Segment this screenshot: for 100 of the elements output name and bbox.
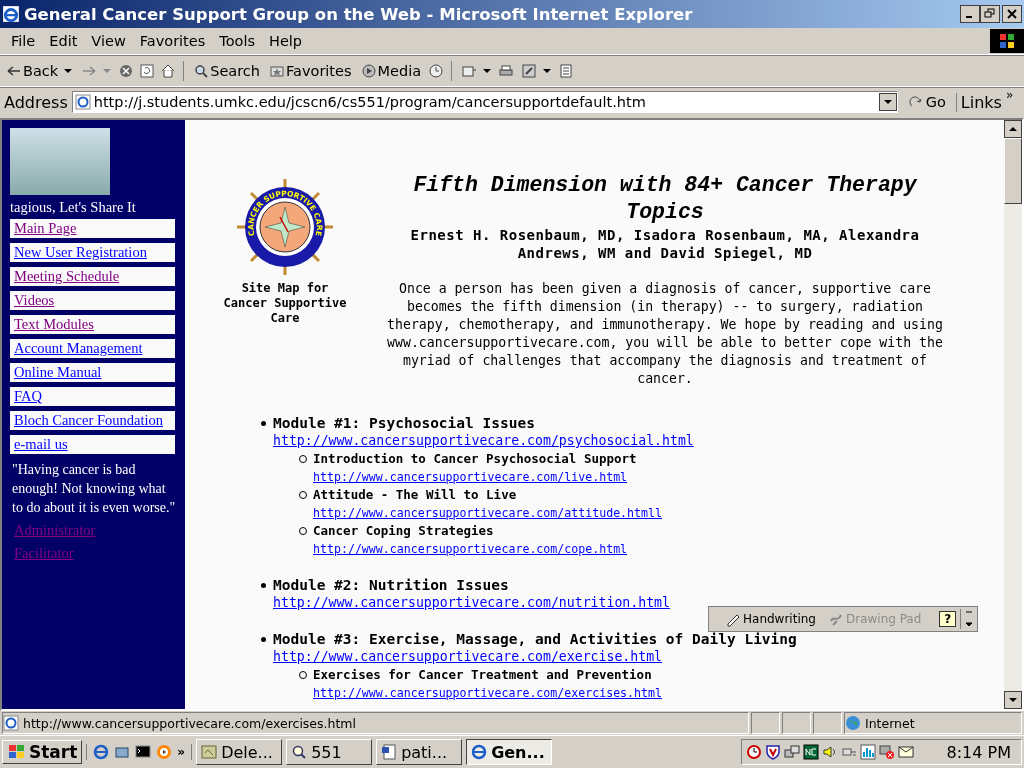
caret-icon[interactable] [483, 69, 492, 73]
address-label: Address [4, 92, 68, 112]
sidebar-link[interactable]: Text Modules [10, 315, 175, 334]
module-link[interactable]: http://www.cancersupportivecare.com/nutrition.html [273, 595, 670, 610]
menu-item[interactable]: Edit [42, 33, 85, 49]
address-text: http://j.students.umkc.edu/jcscn6/cs551/program/cancersupportdefault.htm [93, 94, 647, 110]
search-icon [193, 63, 210, 79]
envelope-icon [461, 63, 478, 79]
bullet-icon [261, 583, 266, 588]
search-button[interactable]: Search [191, 63, 263, 79]
module-link[interactable]: http://www.cancersupportivecare.com/psychosocial.html [273, 433, 694, 448]
start-button[interactable]: Start [2, 740, 83, 764]
topic-title: Introduction to Cancer Psychosocial Support [313, 450, 637, 468]
vertical-scrollbar[interactable] [1004, 120, 1022, 709]
topic-link[interactable]: http://www.cancersupportivecare.com/live.html [313, 470, 628, 484]
forward-arrow-icon [81, 63, 98, 79]
play-disc-icon [360, 63, 377, 79]
sidebar-link[interactable]: New User Registration [10, 243, 175, 262]
menu-item[interactable]: Help [262, 33, 310, 49]
speaker-icon[interactable] [821, 744, 838, 760]
status-text: http://www.cancersupportivecare.com/exercises.html [2, 712, 749, 734]
page-icon [3, 715, 19, 731]
windows-logo-icon [990, 29, 1024, 53]
history-button[interactable] [428, 63, 445, 79]
menu-item[interactable]: File [4, 33, 43, 49]
scroll-up-button[interactable] [1004, 120, 1022, 138]
menu-item[interactable]: Tools [212, 33, 262, 49]
page-icon [74, 94, 91, 110]
network-icon[interactable] [783, 744, 800, 760]
scroll-down-button[interactable] [1004, 691, 1022, 709]
clock-text: 8:14 PM [946, 742, 1011, 762]
scroll-thumb[interactable] [1004, 138, 1022, 204]
disconnected-icon[interactable] [878, 744, 895, 760]
print-button[interactable] [498, 63, 515, 79]
close-button[interactable] [1002, 5, 1022, 23]
taskbar-button[interactable]: Dele... [196, 739, 283, 765]
clock-icon[interactable] [745, 744, 762, 760]
search-icon [291, 744, 308, 760]
sidebar-link[interactable]: Main Page [10, 219, 175, 238]
topic-link[interactable]: http://www.cancersupportivecare.com/cope.html [313, 542, 628, 556]
handwriting-button[interactable]: Handwriting [721, 611, 820, 627]
sidebar-link[interactable]: Videos [10, 291, 175, 310]
sidebar-link[interactable]: Online Manual [10, 363, 175, 382]
back-arrow-icon [6, 63, 22, 79]
globe-icon [845, 715, 861, 731]
bar-graph-icon[interactable] [859, 744, 876, 760]
module-title: Module #3: Exercise, Massage, and Activities of Daily Living [273, 630, 798, 648]
quick-launch-more-button[interactable]: » [177, 745, 186, 759]
discuss-button[interactable] [558, 63, 575, 79]
taskbar-button[interactable]: 551 [286, 739, 373, 765]
help-button[interactable]: ? [939, 611, 957, 627]
bullet-icon [261, 421, 266, 426]
links-button[interactable]: Links [955, 92, 1002, 112]
address-field[interactable]: http://j.students.umkc.edu/jcscn6/cs551/program/cancersupportdefault.htm [71, 91, 898, 113]
envelope-icon[interactable] [897, 744, 914, 760]
topic-link[interactable]: http://www.cancersupportivecare.com/exercises.html [313, 686, 662, 700]
favorites-button[interactable]: Favorites [267, 63, 354, 79]
refresh-button[interactable] [139, 63, 156, 79]
browser-icon[interactable] [93, 744, 110, 760]
module-title: Module #1: Psychosocial Issues [273, 414, 536, 432]
sidebar-link[interactable]: e-mail us [10, 435, 175, 454]
module-link[interactable]: http://www.cancersupportivecare.com/exercise.html [273, 649, 663, 664]
media-button[interactable]: Media [358, 63, 424, 79]
go-button[interactable]: Go [901, 94, 952, 110]
sidebar-link[interactable]: Bloch Cancer Foundation [10, 411, 175, 430]
document-icon [381, 744, 398, 760]
taskbar-button[interactable]: Gen... [466, 739, 553, 765]
sidebar-link[interactable]: FAQ [10, 387, 175, 406]
star-folder-icon [269, 63, 286, 79]
site-map-caption: Site Map for Cancer Supportive Care [222, 281, 348, 326]
pencil-icon [521, 63, 538, 79]
stop-button[interactable] [118, 63, 135, 79]
topic-title: Attitude - The Will to Live [313, 486, 517, 504]
sidebar-link[interactable]: Account Management [10, 339, 175, 358]
restore-button[interactable] [980, 5, 1000, 23]
minimize-button[interactable] [960, 5, 980, 23]
windows-logo-icon [7, 744, 27, 760]
home-button[interactable] [160, 63, 177, 79]
sidebar-link[interactable]: Meeting Schedule [10, 267, 175, 286]
menu-item[interactable]: View [84, 33, 133, 49]
links-more-button[interactable]: » [1005, 88, 1014, 102]
toolbar-options-icon[interactable] [960, 609, 974, 629]
caret-icon[interactable] [64, 69, 73, 73]
menu-item[interactable]: Favorites [132, 33, 213, 49]
picture-frame-icon [201, 744, 218, 760]
taskbar-button[interactable]: pati... [376, 739, 463, 765]
topic-title: Cancer Coping Strategies [313, 522, 494, 540]
quote-text: "Having cancer is bad enough! Not knowing what to do about it is even worse." [12, 461, 177, 517]
dropdown-button[interactable] [878, 93, 897, 111]
terminal-icon[interactable] [135, 744, 152, 760]
shield-icon[interactable] [764, 744, 781, 760]
bullet-icon [261, 637, 266, 642]
authors-text: Ernest H. Rosenbaum, MD, Isadora Rosenbaum, MA, Alexandra Andrews, WM and David Spiegel, MD [409, 226, 921, 262]
window-title: General Cancer Support Group on the Web - Microsoft Internet Explorer [24, 4, 693, 24]
tagline: tagious, Let's Share It [10, 199, 136, 216]
monitor-icon[interactable] [802, 744, 819, 760]
topic-title: Exercises for Cancer Treatment and Prevention [313, 666, 652, 684]
back-button[interactable]: Back [4, 63, 75, 79]
caret-icon[interactable] [543, 69, 552, 73]
topic-link[interactable]: http://www.cancersupportivecare.com/attitude.htmll [313, 506, 662, 520]
